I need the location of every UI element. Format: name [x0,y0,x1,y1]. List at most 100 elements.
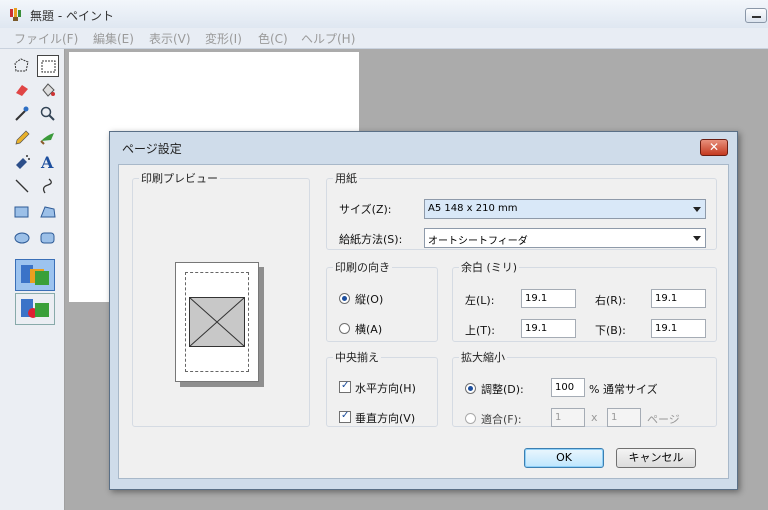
dialog-body: 印刷プレビュー 用紙 サイズ(Z): A5 148 x 210 mm 給紙方法(… [118,164,729,479]
rectangle-tool[interactable] [11,201,33,223]
preview-image-placeholder [189,297,245,347]
curve-icon [42,178,52,194]
fit-radio[interactable] [465,413,476,424]
paint-bucket-icon [42,83,55,97]
line-tool[interactable] [11,175,33,197]
center-vertical-checkbox[interactable] [339,410,351,423]
margin-right-input[interactable]: 19.1 [651,289,706,308]
polygon-tool[interactable] [37,201,59,223]
ellipse-tool[interactable] [11,227,33,249]
opaque-option[interactable] [15,259,55,291]
margin-left-value: 19.1 [525,293,548,304]
paper-source-select[interactable]: オートシートフィーダ [424,228,706,248]
menu-view[interactable]: 表示(V) [149,30,191,47]
opaque-shapes-icon [21,265,49,285]
menu-file[interactable]: ファイル(F) [14,30,78,47]
landscape-radio[interactable] [339,323,350,334]
paper-source-value: オートシートフィーダ [428,236,528,247]
portrait-radio[interactable] [339,293,350,304]
free-form-select-tool[interactable] [11,55,33,77]
paper-size-label: サイズ(Z): [339,203,392,216]
transparent-shapes-icon [21,299,49,318]
scaling-group-label: 拡大縮小 [461,351,505,364]
adjust-value: 100 [555,382,575,393]
adjust-input[interactable]: 100 [551,378,585,397]
menu-bar: ファイル(F) 編集(E) 表示(V) 変形(I) 色(C) ヘルプ(H) [0,28,768,49]
margins-group-label: 余白 (ミリ) [461,261,518,274]
chevron-down-icon [693,236,701,241]
text-tool[interactable]: A [37,151,59,173]
ok-button[interactable]: OK [524,448,604,468]
magnifier-tool[interactable] [37,103,59,125]
rectangle-icon [14,206,29,218]
margin-top-value: 19.1 [525,323,548,334]
fit-height-value: 1 [611,412,618,423]
rounded-rectangle-tool[interactable] [37,227,59,249]
margin-bottom-label: 下(B): [595,324,626,337]
center-horizontal-label: 水平方向(H) [355,382,416,395]
scaling-group: 拡大縮小 調整(D): 100 % 通常サイズ 適合(F): 1 x 1 ページ [452,349,717,427]
paper-source-label: 給紙方法(S): [339,233,403,246]
adjust-label: 調整(D): [481,383,524,396]
paint-app-icon [10,8,21,21]
preview-group-label: 印刷プレビュー [141,172,218,185]
rect-select-tool[interactable] [37,55,59,77]
margin-left-input[interactable]: 19.1 [521,289,576,308]
eraser-tool[interactable] [11,79,33,101]
transparent-option[interactable] [15,293,55,325]
fit-width-input[interactable]: 1 [551,408,585,427]
margin-right-label: 右(R): [595,294,626,307]
paper-group: 用紙 サイズ(Z): A5 148 x 210 mm 給紙方法(S): オートシ… [326,170,717,250]
margin-top-input[interactable]: 19.1 [521,319,576,338]
airbrush-icon [16,155,30,169]
close-icon: ✕ [708,140,720,154]
fill-tool[interactable] [37,79,59,101]
paper-size-select[interactable]: A5 148 x 210 mm [424,199,706,219]
pencil-tool[interactable] [11,127,33,149]
orientation-group-label: 印刷の向き [335,261,390,274]
chevron-down-icon [693,207,701,212]
brush-icon [40,133,54,145]
center-horizontal-checkbox[interactable] [339,380,351,393]
eyedropper-icon [15,106,29,121]
cancel-button[interactable]: キャンセル [616,448,696,468]
centering-group-label: 中央揃え [335,351,379,364]
rect-select-icon [41,60,56,73]
airbrush-tool[interactable] [11,151,33,173]
fit-height-input[interactable]: 1 [607,408,641,427]
preview-page [175,262,259,382]
margin-bottom-input[interactable]: 19.1 [651,319,706,338]
minimize-button[interactable] [745,8,767,23]
menu-edit[interactable]: 編集(E) [93,30,134,47]
margin-top-label: 上(T): [465,324,496,337]
fit-label: 適合(F): [481,413,522,426]
eraser-icon [16,85,28,96]
center-vertical-label: 垂直方向(V) [355,412,416,425]
free-form-select-icon [14,58,29,72]
brush-tool[interactable] [37,127,59,149]
magnifier-icon [40,106,55,121]
centering-group: 中央揃え 水平方向(H) 垂直方向(V) [326,349,438,427]
dialog-close-button[interactable]: ✕ [700,139,728,156]
rounded-rectangle-icon [40,232,55,244]
adjust-suffix: % 通常サイズ [589,383,658,396]
curve-tool[interactable] [37,175,59,197]
menu-image[interactable]: 変形(I) [205,30,242,47]
minimize-icon [752,16,761,18]
fit-times-label: x [591,411,598,424]
adjust-radio[interactable] [465,383,476,394]
polygon-icon [40,206,56,218]
orientation-group: 印刷の向き 縦(O) 横(A) [326,259,438,342]
menu-colors[interactable]: 色(C) [258,30,288,47]
window-title: 無題 - ペイント [30,9,114,23]
landscape-label: 横(A) [355,323,383,336]
pick-color-tool[interactable] [11,103,33,125]
fit-suffix: ページ [647,413,680,426]
pencil-icon [15,130,30,145]
menu-help[interactable]: ヘルプ(H) [301,30,355,47]
paper-size-value: A5 148 x 210 mm [428,203,518,214]
title-bar: 無題 - ペイント [0,0,768,28]
paper-group-label: 用紙 [335,172,357,185]
text-icon: A [40,153,54,171]
margin-right-value: 19.1 [655,293,678,304]
